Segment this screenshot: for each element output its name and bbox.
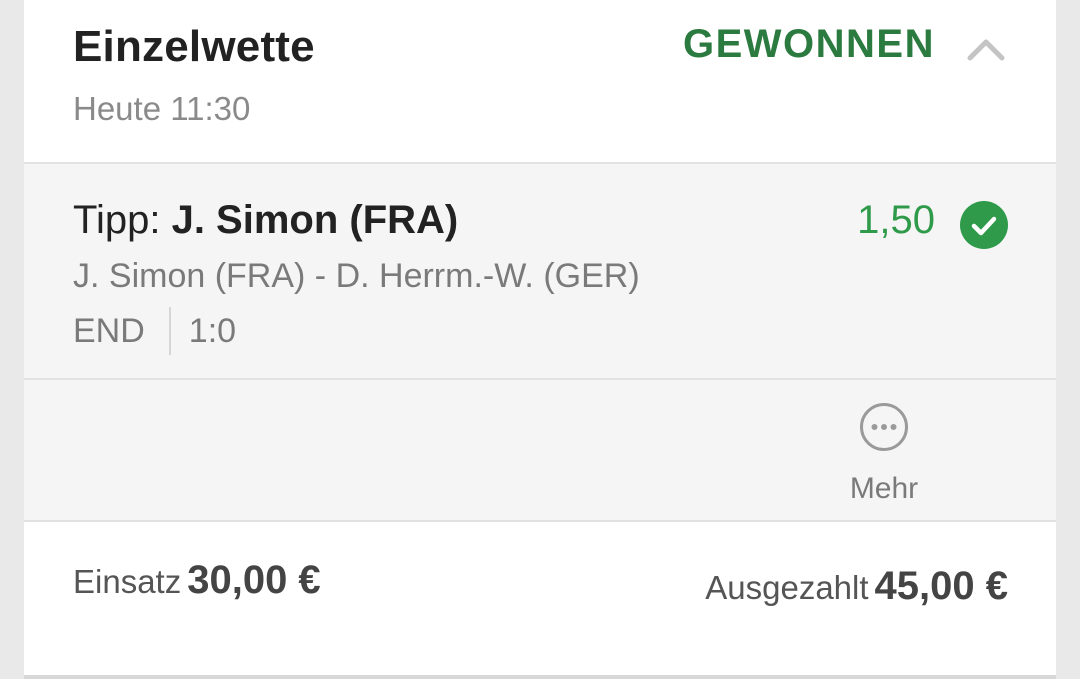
bet-time: Heute 11:30	[73, 90, 251, 127]
selection-row: Tipp: J. Simon (FRA) 1,50 J. Simon (FRA)…	[24, 164, 1056, 380]
payout: Ausgezahlt 45,00 €	[705, 564, 1008, 609]
bet-summary: Einsatz 30,00 € Ausgezahlt 45,00 €	[24, 522, 1056, 675]
bet-type-title: Einzelwette	[73, 22, 315, 71]
actions-bar: Mehr	[24, 380, 1056, 522]
more-label: Mehr	[849, 472, 919, 505]
tip-line: Tipp: J. Simon (FRA)	[73, 198, 458, 243]
more-button[interactable]: Mehr	[834, 400, 934, 510]
more-dots-icon	[860, 403, 908, 451]
stake-label: Einsatz	[73, 563, 182, 600]
bet-header[interactable]: Einzelwette Heute 11:30 GEWONNEN	[24, 0, 1056, 164]
check-circle-icon	[960, 201, 1008, 249]
match-status: END	[73, 311, 145, 350]
stake: Einsatz 30,00 €	[73, 558, 321, 603]
match-score: 1:0	[188, 311, 237, 350]
stake-amount: 30,00 €	[187, 558, 321, 602]
match-status-row: END 1:0	[73, 307, 237, 355]
event-name: J. Simon (FRA) - D. Herrm.-W. (GER)	[73, 257, 640, 295]
bet-status-badge: GEWONNEN	[683, 22, 935, 66]
odds-value: 1,50	[857, 198, 935, 242]
bet-card: Einzelwette Heute 11:30 GEWONNEN Tipp: J…	[24, 0, 1056, 679]
chevron-up-icon[interactable]	[966, 30, 1006, 66]
tip-pick: J. Simon (FRA)	[171, 198, 459, 242]
payout-label: Ausgezahlt	[705, 569, 869, 606]
payout-amount: 45,00 €	[874, 564, 1008, 608]
tip-prefix: Tipp:	[73, 198, 161, 242]
status-divider	[168, 307, 171, 355]
